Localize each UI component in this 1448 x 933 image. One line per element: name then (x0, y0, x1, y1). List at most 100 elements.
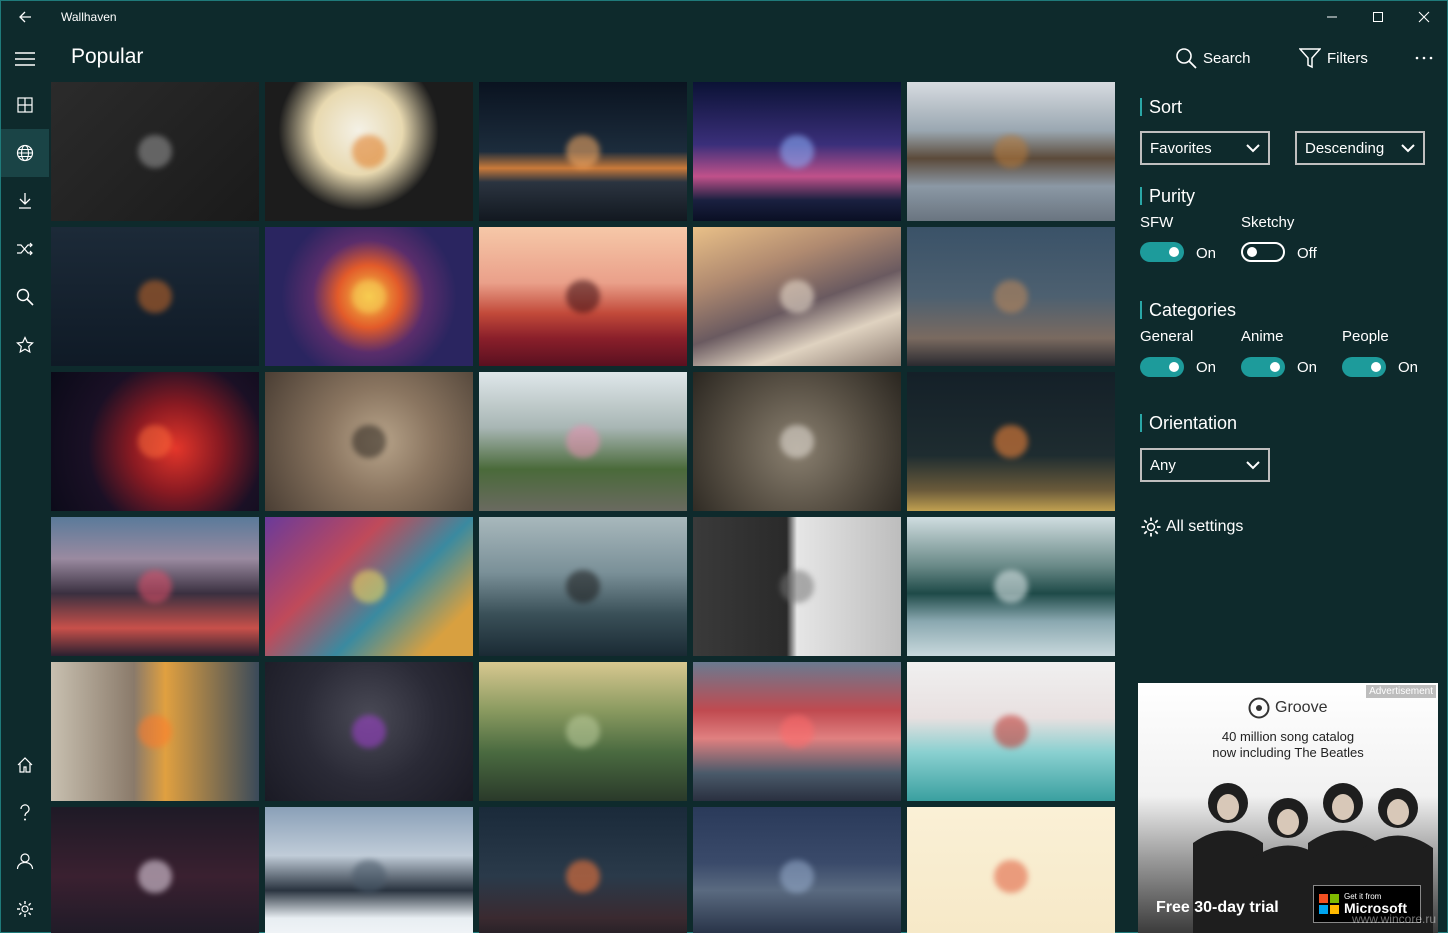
sketchy-toggle[interactable] (1241, 242, 1285, 262)
help-icon (20, 804, 30, 821)
thumb-subject (352, 569, 386, 604)
thumb-subject (994, 279, 1028, 314)
thumb-subject (566, 859, 600, 894)
general-toggle[interactable] (1140, 357, 1184, 377)
orientation-select[interactable]: Any (1140, 448, 1270, 482)
advertisement-banner[interactable]: Advertisement Groove 40 million song cat… (1138, 683, 1438, 933)
night-castle-thumb[interactable] (693, 807, 901, 933)
red-nebula-thumb[interactable] (51, 372, 259, 511)
snowy-peaks-thumb[interactable] (693, 227, 901, 366)
grid-icon (17, 97, 33, 113)
nav-item-favorites[interactable] (1, 321, 49, 369)
nav-item-globe[interactable] (1, 129, 49, 177)
cute-critters-thumb[interactable] (907, 807, 1115, 933)
sort-order-select[interactable]: Descending (1295, 131, 1425, 165)
misty-valley-thumb[interactable] (479, 517, 687, 656)
matterhorn-night-thumb[interactable] (693, 82, 901, 221)
search-icon (16, 288, 34, 306)
thumb-subject (780, 859, 814, 894)
astronaut-fire-thumb[interactable] (51, 662, 259, 801)
home-icon (17, 757, 33, 773)
rocket-launch-thumb[interactable] (907, 372, 1115, 511)
thumb-subject (138, 424, 172, 459)
all-settings-link[interactable]: All settings (1140, 516, 1243, 538)
thumb-subject (994, 859, 1028, 894)
general-state: On (1196, 359, 1217, 376)
hamburger-menu-button[interactable] (1, 35, 49, 83)
categories-section-title: Categories (1140, 301, 1236, 319)
solar-system-chart-thumb[interactable] (51, 227, 259, 366)
geometric-fire-thumb[interactable] (265, 227, 473, 366)
nav-item-random[interactable] (1, 225, 49, 273)
nav-item-account[interactable] (1, 837, 49, 885)
shuffle-icon (17, 242, 33, 256)
red-tree-thumb[interactable] (693, 662, 901, 801)
ad-line-2: now including The Beatles (1212, 745, 1364, 760)
maximize-button[interactable] (1355, 1, 1401, 33)
levitation-thumb[interactable] (693, 372, 901, 511)
firewatch-thumb[interactable] (479, 227, 687, 366)
groove-logo: Groove (1248, 697, 1327, 719)
maximize-icon (1373, 12, 1383, 22)
psychedelic-monster-thumb[interactable] (265, 517, 473, 656)
lake-mountains-thumb[interactable] (907, 82, 1115, 221)
people-label: People (1342, 328, 1389, 345)
foggy-forest-thumb[interactable] (479, 662, 687, 801)
gear-icon (1141, 517, 1161, 537)
siege-soldiers-thumb[interactable] (693, 517, 901, 656)
mountain-range-thumb[interactable] (265, 807, 473, 933)
volcano-stars-thumb[interactable] (479, 82, 687, 221)
window-controls (1309, 1, 1447, 33)
nav-item-home[interactable] (1, 741, 49, 789)
ad-brand: Groove (1275, 699, 1328, 716)
thumb-subject (780, 424, 814, 459)
nav-item-grid[interactable] (1, 81, 49, 129)
settings-icon (17, 901, 33, 917)
nav-rail (1, 33, 49, 932)
ad-cta-text: Free 30-day trial (1156, 899, 1279, 916)
warrior-dust-thumb[interactable] (265, 372, 473, 511)
lanterns-warrior-thumb[interactable] (479, 807, 687, 933)
close-button[interactable] (1401, 1, 1447, 33)
nav-item-downloads[interactable] (1, 177, 49, 225)
thumb-subject (780, 714, 814, 749)
woman-water-thumb[interactable] (265, 662, 473, 801)
star-icon (16, 336, 34, 354)
nav-item-help[interactable] (1, 789, 49, 837)
filters-button[interactable]: Filters (1299, 43, 1368, 73)
thumb-subject (994, 569, 1028, 604)
sketchy-label: Sketchy (1241, 214, 1295, 231)
dusk-sky-thumb[interactable] (907, 227, 1115, 366)
thumb-subject (352, 859, 386, 894)
cherry-cliff-thumb[interactable] (51, 517, 259, 656)
snowy-forest-lake-thumb[interactable] (907, 517, 1115, 656)
globe-icon (16, 144, 34, 162)
thumb-subject (566, 569, 600, 604)
more-button[interactable] (1415, 43, 1433, 73)
sfw-toggle[interactable] (1140, 242, 1184, 262)
download-icon (19, 193, 31, 209)
microsoft-logo-icon (1319, 894, 1339, 914)
nav-item-settings[interactable] (1, 885, 49, 933)
planet-tree-thumb[interactable] (265, 82, 473, 221)
anime-toggle[interactable] (1241, 357, 1285, 377)
search-button[interactable]: Search (1175, 43, 1251, 73)
lowpoly-vortex-thumb[interactable] (907, 662, 1115, 801)
nav-item-search[interactable] (1, 273, 49, 321)
user-icon (16, 853, 34, 870)
deer-wireframe-thumb[interactable] (51, 82, 259, 221)
girl-longboard-thumb[interactable] (479, 372, 687, 511)
anime-swordswoman-thumb[interactable] (51, 807, 259, 933)
back-button[interactable] (1, 1, 49, 33)
minimize-button[interactable] (1309, 1, 1355, 33)
back-arrow-icon (19, 11, 31, 23)
thumb-subject (138, 714, 172, 749)
thumb-subject (566, 424, 600, 459)
thumb-subject (352, 279, 386, 314)
thumb-subject (138, 859, 172, 894)
chevron-down-icon (1246, 460, 1260, 469)
thumb-subject (352, 424, 386, 459)
sort-field-select[interactable]: Favorites (1140, 131, 1270, 165)
people-toggle[interactable] (1342, 357, 1386, 377)
thumb-subject (994, 714, 1028, 749)
